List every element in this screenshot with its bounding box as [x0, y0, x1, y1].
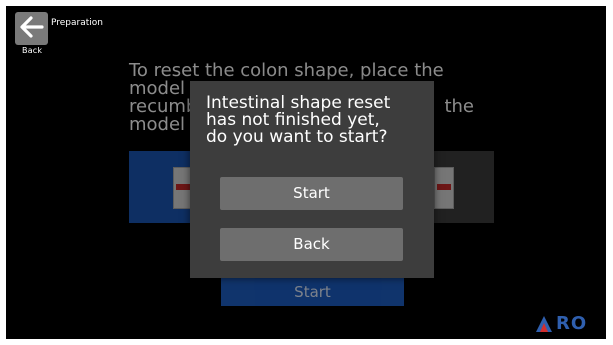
- brand-logo: RO: [534, 313, 602, 335]
- start-button[interactable]: Start: [220, 177, 403, 210]
- model-figure-right: [434, 167, 454, 209]
- logo-text: RO: [556, 313, 588, 334]
- arrow-left-icon: [19, 15, 44, 42]
- page-title: Preparation: [51, 18, 103, 28]
- background-start-button: Start: [221, 278, 404, 306]
- confirm-dialog: Intestinal shape reset has not finished …: [190, 81, 434, 278]
- dialog-message: Intestinal shape reset has not finished …: [206, 93, 391, 147]
- back-nav-button[interactable]: [15, 12, 48, 45]
- logo-mark-icon: [534, 314, 554, 334]
- app-screen: Back Preparation To reset the colon shap…: [6, 6, 606, 339]
- back-caption: Back: [22, 46, 43, 55]
- back-button[interactable]: Back: [220, 228, 403, 261]
